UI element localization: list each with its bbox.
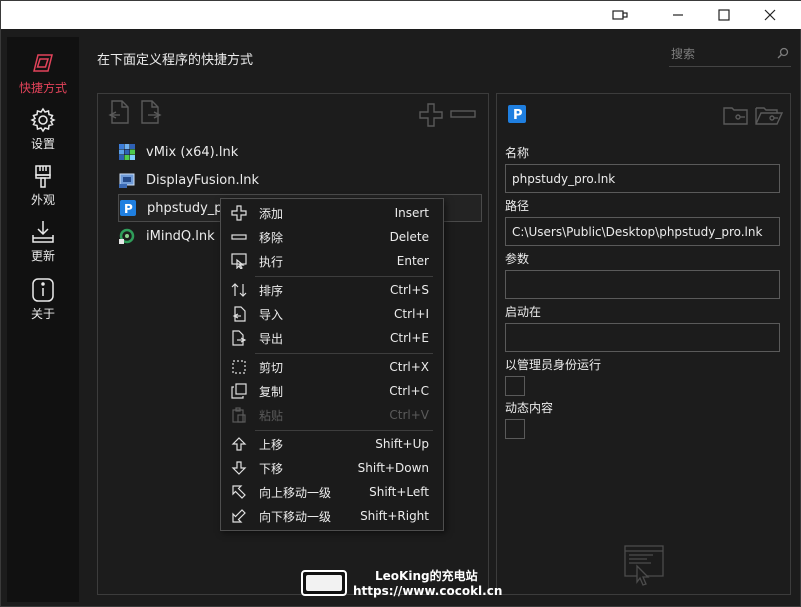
dynamic-content-checkbox[interactable]: [505, 419, 525, 439]
imindq-icon: [119, 228, 135, 244]
sidebar-item-update[interactable]: 更新: [7, 219, 79, 275]
arguments-label: 参数: [505, 252, 530, 266]
menu-separator: [255, 430, 433, 431]
export-icon: [231, 330, 247, 346]
list-item[interactable]: vMix (x64).lnk: [118, 138, 482, 166]
sidebar-item-label: 关于: [30, 307, 55, 321]
folder-open-icon[interactable]: [755, 104, 783, 126]
run-icon: [231, 253, 247, 270]
menu-separator: [255, 353, 433, 354]
app-window: 快捷方式 设置 外观 更新 关于 在下面定义程序的快捷方式 搜索 vMix (x…: [0, 0, 801, 607]
run-as-admin-label: 以管理员身份运行: [505, 358, 602, 372]
watermark-url: https://www.cocokl.cn: [353, 584, 503, 598]
sidebar-item-label: 更新: [30, 249, 55, 263]
minimize-icon[interactable]: [655, 1, 701, 29]
menu-item-sort[interactable]: 排序 Ctrl+S: [221, 278, 443, 302]
arrow-down-left-icon: [231, 508, 247, 524]
watermark: LeoKing的充电站 https://www.cocokl.cn: [301, 567, 511, 601]
paste-icon: [231, 407, 247, 423]
arguments-field[interactable]: [505, 270, 780, 299]
arrow-up-icon: [231, 436, 247, 452]
menu-item-move-down-level[interactable]: 向下移动一级 Shift+Right: [221, 504, 443, 528]
sidebar-item-label: 快捷方式: [18, 81, 67, 95]
arrow-down-icon: [231, 460, 247, 476]
svg-text:P: P: [124, 202, 133, 216]
displayfusion-icon: [119, 173, 135, 188]
export-file-icon[interactable]: [140, 100, 162, 124]
copy-icon: [231, 383, 247, 399]
folder-browse-icon[interactable]: [723, 104, 749, 126]
minus-icon: [231, 229, 247, 245]
start-in-label: 启动在: [505, 305, 542, 319]
battery-logo-icon: [301, 570, 347, 596]
menu-item-move-up[interactable]: 上移 Shift+Up: [221, 432, 443, 456]
list-item[interactable]: DisplayFusion.lnk: [118, 166, 482, 194]
menu-item-add[interactable]: 添加 Insert: [221, 201, 443, 225]
sidebar-item-about[interactable]: 关于: [7, 277, 79, 333]
context-menu: 添加 Insert 移除 Delete 执行 Enter 排序 Ctrl+S 导…: [220, 198, 444, 531]
phpstudy-icon: P: [120, 200, 136, 216]
maximize-icon[interactable]: [701, 1, 747, 29]
vmix-icon: [119, 144, 135, 160]
menu-item-paste[interactable]: 粘贴 Ctrl+V: [221, 403, 443, 427]
plus-icon: [231, 205, 247, 221]
menu-item-move-down[interactable]: 下移 Shift+Down: [221, 456, 443, 480]
phpstudy-icon: P: [508, 105, 526, 123]
cut-icon: [231, 359, 247, 375]
page-title: 在下面定义程序的快捷方式: [97, 53, 254, 68]
sidebar-item-label: 设置: [30, 137, 55, 151]
add-icon[interactable]: [418, 102, 444, 128]
download-icon: [32, 221, 54, 243]
sidebar-item-appearance[interactable]: 外观: [7, 163, 79, 219]
menu-item-cut[interactable]: 剪切 Ctrl+X: [221, 355, 443, 379]
search-input[interactable]: [669, 43, 769, 65]
snap-icon[interactable]: [597, 1, 643, 29]
sort-icon: [231, 282, 247, 298]
name-label: 名称: [505, 146, 530, 160]
close-icon[interactable]: [747, 1, 793, 29]
menu-separator: [255, 276, 433, 277]
import-icon: [231, 306, 247, 322]
path-field[interactable]: C:\Users\Public\Desktop\phpstudy_pro.lnk: [505, 217, 780, 246]
click-window-icon: [624, 545, 664, 586]
name-field[interactable]: phpstudy_pro.lnk: [505, 164, 780, 193]
sidebar-item-label: 外观: [30, 193, 55, 207]
menu-item-move-up-level[interactable]: 向上移动一级 Shift+Left: [221, 480, 443, 504]
search-icon[interactable]: [777, 47, 789, 63]
menu-item-export[interactable]: 导出 Ctrl+E: [221, 326, 443, 350]
dynamic-content-label: 动态内容: [505, 401, 554, 415]
gear-icon: [30, 107, 56, 133]
remove-icon[interactable]: [450, 106, 476, 122]
import-file-icon[interactable]: [108, 100, 130, 124]
sidebar-item-shortcuts[interactable]: 快捷方式: [7, 51, 79, 107]
arrow-up-left-icon: [231, 484, 247, 500]
shortcut-details-panel: P 名称 phpstudy_pro.lnk 路径 C:\Users\Public…: [496, 93, 791, 595]
menu-item-import[interactable]: 导入 Ctrl+I: [221, 302, 443, 326]
svg-text:P: P: [513, 108, 523, 123]
path-label: 路径: [505, 199, 530, 213]
menu-item-run[interactable]: 执行 Enter: [221, 249, 443, 273]
brush-icon: [35, 165, 51, 188]
sidebar-item-settings[interactable]: 设置: [7, 107, 79, 163]
info-icon: [32, 278, 54, 302]
menu-item-remove[interactable]: 移除 Delete: [221, 225, 443, 249]
menu-item-copy[interactable]: 复制 Ctrl+C: [221, 379, 443, 403]
shortcut-icon: [33, 54, 53, 72]
title-bar: [1, 1, 801, 29]
watermark-title: LeoKing的充电站: [375, 569, 478, 583]
run-as-admin-checkbox[interactable]: [505, 376, 525, 396]
search-box: [669, 43, 791, 67]
sidebar: 快捷方式 设置 外观 更新 关于: [7, 37, 79, 602]
start-in-field[interactable]: [505, 323, 780, 352]
